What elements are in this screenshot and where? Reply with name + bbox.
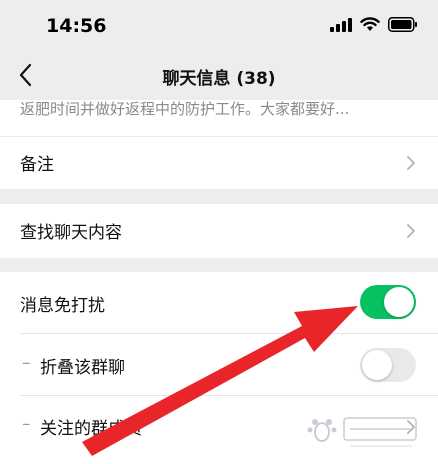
status-icons [330,17,418,32]
search-chat-row[interactable]: 查找聊天内容 [0,204,438,258]
mute-toggle[interactable] [360,285,416,319]
signal-icon [330,17,352,32]
followed-members-label: 关注的群成员 [40,419,142,439]
mute-row: 消息免打扰 [0,272,438,332]
fold-toggle[interactable] [360,348,416,382]
status-time: 14:56 [46,15,107,37]
fold-row: – 折叠该群聊 [0,334,438,394]
nav-bar: 聊天信息 (38) [0,50,438,100]
group-announcement[interactable]: 返肥时间并做好返程中的防护工作。大家都要好... [0,100,438,136]
search-chat-label: 查找聊天内容 [20,223,122,243]
chevron-right-icon [407,224,415,238]
status-bar: 14:56 [0,0,438,50]
battery-icon [388,17,417,32]
indent-dash: – [22,353,31,373]
announcement-text: 返肥时间并做好返程中的防护工作。大家都要好... [20,100,350,118]
wifi-icon [360,17,380,31]
fold-label: 折叠该群聊 [40,358,125,378]
baidu-jingyan-logo [307,417,417,447]
toggle-knob [362,350,392,380]
remark-row[interactable]: 备注 [0,137,438,189]
indent-dash: – [22,414,31,434]
page-title: 聊天信息 (38) [162,69,276,89]
toggle-knob [384,287,414,317]
chevron-right-icon [407,156,415,170]
remark-label: 备注 [20,155,54,175]
mute-label: 消息免打扰 [20,296,105,316]
